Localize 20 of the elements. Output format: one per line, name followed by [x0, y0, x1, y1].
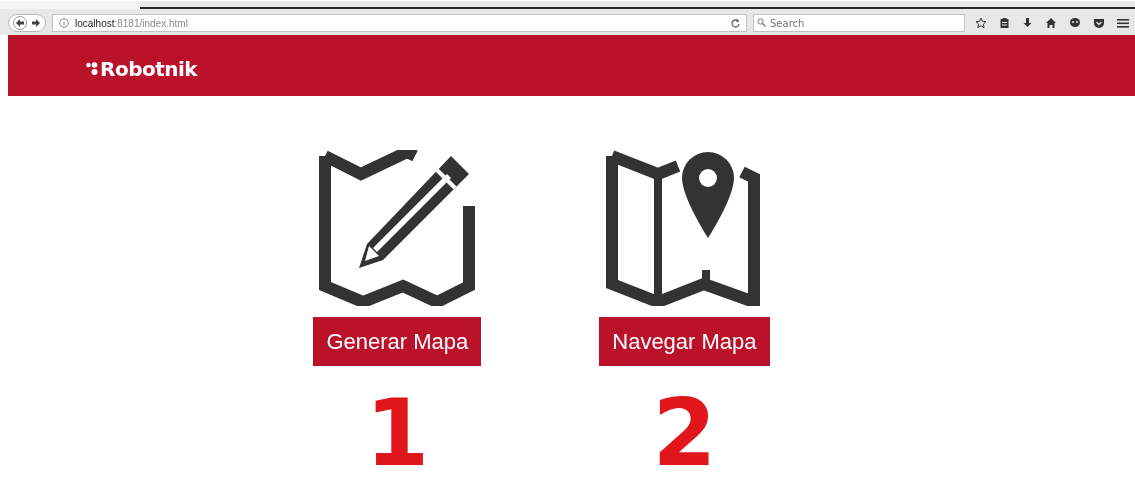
star-icon[interactable]	[975, 17, 987, 29]
step-number: 1	[365, 388, 430, 479]
pocket-icon[interactable]	[1093, 17, 1105, 29]
download-icon[interactable]	[1022, 17, 1033, 29]
info-icon[interactable]	[59, 18, 69, 28]
menu-icon[interactable]	[1117, 17, 1129, 29]
map-pin-icon	[606, 150, 763, 306]
reload-icon[interactable]	[730, 18, 740, 28]
search-field[interactable]: Search	[753, 14, 965, 32]
clipboard-icon[interactable]	[999, 17, 1010, 29]
logo[interactable]: Robotnik	[100, 57, 198, 81]
forward-icon[interactable]	[31, 18, 41, 28]
back-icon[interactable]	[13, 16, 27, 30]
home-icon[interactable]	[1045, 17, 1057, 29]
step-number: 2	[652, 388, 717, 479]
logo-icon	[86, 62, 98, 76]
map-button[interactable]: Generar Mapa	[313, 317, 482, 366]
map-pencil-icon	[319, 150, 476, 306]
map-button[interactable]: Navegar Mapa	[599, 317, 770, 366]
search-icon	[757, 18, 766, 27]
